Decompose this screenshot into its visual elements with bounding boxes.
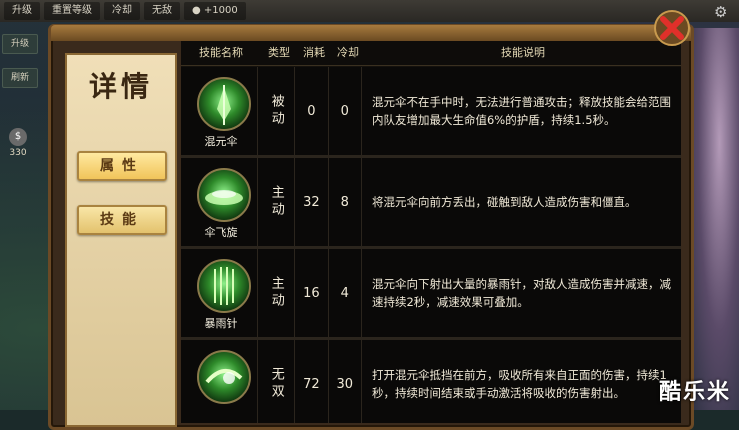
coin-bonus-label: +1000 (203, 5, 238, 16)
header-skill-name: 技能名称 (199, 46, 243, 59)
skill-cost: 0 (295, 67, 329, 155)
top-button-cooldown[interactable]: 冷却 (104, 2, 140, 20)
coin-count-label: 330 (9, 148, 27, 158)
skill-name: 暴雨针 (204, 317, 238, 330)
skill-cooldown: 8 (329, 158, 362, 246)
umbrella-icon (197, 77, 251, 131)
coin-counter: $ 330 (2, 128, 34, 158)
background-scenery-right (690, 28, 739, 410)
header-description: 技能说明 (501, 46, 545, 59)
skill-cost: 16 (295, 249, 329, 337)
skill-name: 混元伞 (204, 135, 238, 148)
table-row: 无双 72 30 打开混元伞抵挡在前方，吸收所有来自正面的伤害，持续1秒，持续时… (181, 340, 681, 423)
header-type: 类型 (268, 46, 290, 59)
header-cost: 消耗 (303, 46, 325, 59)
skills-table: 技能名称 类型 消耗 冷却 技能说明 混元伞 被动 0 0 混元伞不在手中时，无… (181, 41, 681, 423)
details-side-panel: 详情 属性 技能 (65, 53, 177, 427)
skill-cooldown: 0 (329, 67, 362, 155)
top-toolbar: 升级 重置等级 冷却 无敌 ● +1000 (0, 0, 739, 22)
skill-type: 被动 (258, 67, 296, 155)
skill-cooldown: 4 (329, 249, 362, 337)
panel-title: 详情 (88, 70, 153, 103)
tab-skills[interactable]: 技能 (77, 205, 167, 235)
skill-details-dialog: 详情 属性 技能 技能名称 类型 消耗 冷却 技能说明 混元伞 被动 0 0 混… (48, 24, 694, 430)
skill-description: 混元伞向下射出大量的暴雨针，对敌人造成伤害并减速，减速持续2秒，减速效果可叠加。 (371, 277, 671, 309)
skill-name-cell: 暴雨针 (181, 249, 259, 337)
close-icon (654, 10, 690, 46)
tab-attributes[interactable]: 属性 (77, 151, 167, 181)
side-button-refresh[interactable]: 刷新 (2, 68, 38, 88)
top-button-reset-level[interactable]: 重置等级 (44, 2, 100, 20)
skill-cost: 32 (295, 158, 329, 246)
gear-icon[interactable]: ⚙ (714, 4, 730, 20)
header-cooldown: 冷却 (337, 46, 359, 59)
coin-bonus-button[interactable]: ● +1000 (184, 2, 246, 20)
skill-type: 无双 (258, 340, 296, 423)
skill-description: 打开混元伞抵挡在前方，吸收所有来自正面的伤害，持续1秒，持续时间结束或手动激活将… (371, 368, 667, 400)
table-row: 伞飞旋 主动 32 8 将混元伞向前方丢出，碰触到敌人造成伤害和僵直。 (181, 158, 681, 249)
top-button-levelup[interactable]: 升级 (4, 2, 40, 20)
skill-type: 主动 (258, 158, 296, 246)
side-button-levelup[interactable]: 升级 (2, 34, 38, 54)
table-header: 技能名称 类型 消耗 冷却 技能说明 (181, 41, 681, 66)
table-row: 混元伞 被动 0 0 混元伞不在手中时，无法进行普通攻击；释放技能会给范围内队友… (181, 67, 681, 158)
needle-rain-icon (197, 259, 251, 313)
shield-umbrella-icon (197, 350, 251, 404)
skill-cost: 72 (295, 340, 329, 423)
skill-description: 混元伞不在手中时，无法进行普通攻击；释放技能会给范围内队友增加最大生命值6%的护… (371, 95, 671, 127)
skill-name: 伞飞旋 (204, 226, 238, 239)
table-row: 暴雨针 主动 16 4 混元伞向下射出大量的暴雨针，对敌人造成伤害并减速，减速持… (181, 249, 681, 340)
spinning-umbrella-icon (197, 168, 251, 222)
watermark-logo: 酷乐米 (658, 380, 731, 405)
skill-cooldown: 30 (329, 340, 362, 423)
dialog-header-frame (51, 25, 691, 41)
skill-description: 将混元伞向前方丢出，碰触到敌人造成伤害和僵直。 (371, 195, 637, 209)
left-side-strip: 升级 刷新 (0, 28, 40, 94)
top-button-invincible[interactable]: 无敌 (144, 2, 180, 20)
close-button[interactable] (652, 8, 692, 48)
skill-name-cell (181, 340, 259, 423)
skill-name-cell: 混元伞 (181, 67, 259, 155)
skill-name-cell: 伞飞旋 (181, 158, 259, 246)
coin-icon: $ (9, 128, 27, 146)
skill-type: 主动 (258, 249, 296, 337)
